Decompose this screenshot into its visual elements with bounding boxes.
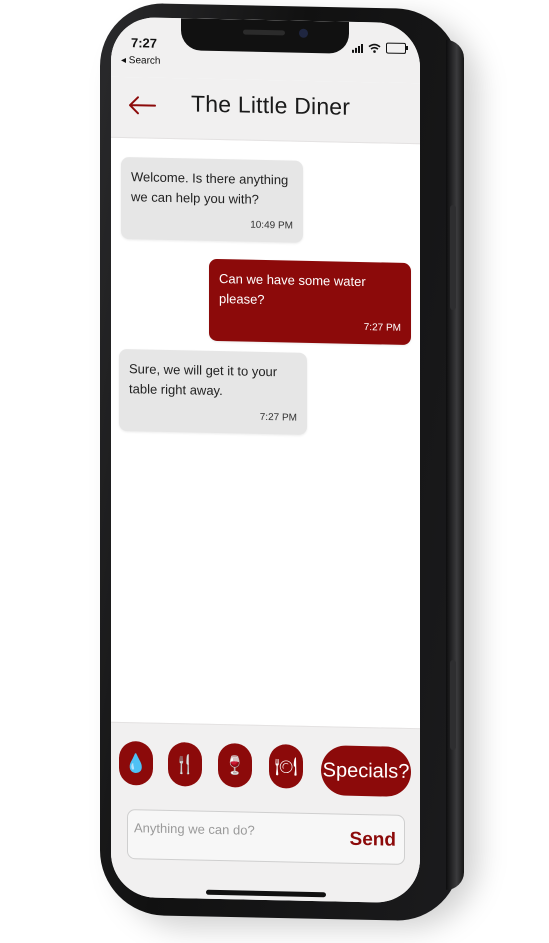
specials-button[interactable]: Specials?	[321, 745, 411, 798]
plate-request-button[interactable]: 🍽	[269, 744, 303, 789]
message-bubble-incoming: Sure, we will get it to your table right…	[119, 348, 307, 435]
message-text: Sure, we will get it to your table right…	[129, 361, 278, 399]
composer-bar: 💧 🍴 🍷 🍽 Specials? Send	[111, 721, 420, 904]
wine-glass-icon: 🍷	[223, 754, 247, 776]
message-bubble-incoming: Welcome. Is there anything we can help y…	[121, 156, 303, 243]
message-input[interactable]	[132, 816, 346, 843]
message-bubble-outgoing: Can we have some water please? 7:27 PM	[209, 258, 411, 346]
cutlery-request-button[interactable]: 🍴	[168, 741, 202, 787]
message-time: 7:27 PM	[363, 322, 401, 334]
message-time: 7:27 PM	[259, 411, 297, 424]
page-title: The Little Diner	[191, 90, 351, 120]
status-icons	[352, 42, 406, 54]
back-to-app-link[interactable]: ◂ Search	[121, 55, 160, 67]
speaker	[243, 29, 285, 36]
water-request-button[interactable]: 💧	[119, 740, 153, 786]
cutlery-icon: 🍴	[173, 753, 197, 775]
phone-edge	[446, 39, 464, 891]
send-button[interactable]: Send	[350, 829, 396, 852]
plate-icon: 🍽	[274, 755, 298, 777]
wine-request-button[interactable]: 🍷	[218, 743, 252, 788]
app-screen: 7:27 ◂ Search The Little Diner Welcome. …	[111, 16, 420, 904]
wifi-icon	[368, 43, 381, 53]
message-text: Welcome. Is there anything we can help y…	[131, 169, 289, 207]
message-time: 10:49 PM	[250, 219, 293, 232]
notch	[181, 18, 349, 54]
water-drop-icon: 💧	[124, 752, 148, 774]
side-button-lower	[450, 660, 456, 750]
battery-icon	[386, 42, 406, 54]
power-button	[450, 205, 456, 310]
chat-header: The Little Diner	[111, 76, 420, 145]
back-arrow-icon[interactable]	[127, 93, 157, 118]
message-composer: Send	[127, 809, 405, 865]
cellular-signal-icon	[352, 42, 363, 53]
status-time: 7:27	[131, 35, 158, 51]
message-text: Can we have some water please?	[219, 271, 366, 307]
home-indicator[interactable]	[206, 889, 326, 898]
front-camera	[299, 28, 308, 38]
